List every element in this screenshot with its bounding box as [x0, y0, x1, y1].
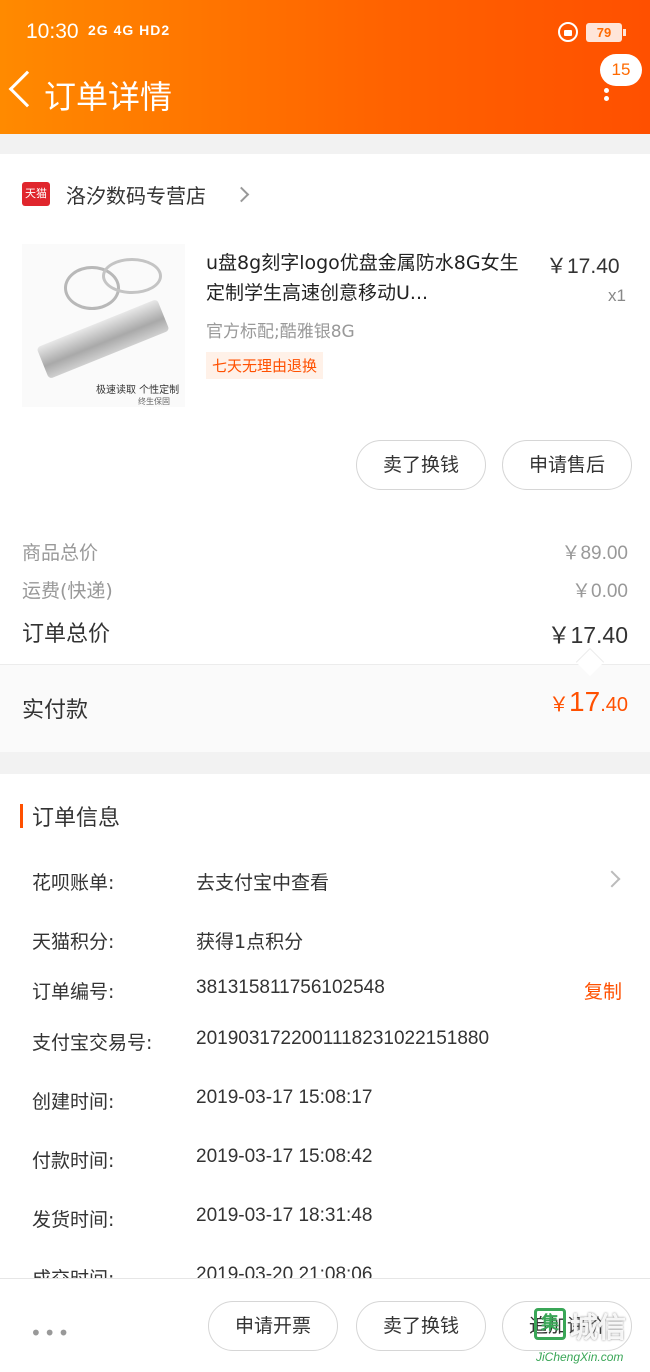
order-total-label: 订单总价 [22, 622, 111, 647]
goods-total-value: ￥89.00 [561, 543, 628, 564]
shipping-label: 运费(快递) [22, 580, 113, 602]
currency-symbol: ￥ [549, 694, 570, 716]
shipped-time-label: 发货时间: [32, 1209, 115, 1231]
huabei-label: 花呗账单: [32, 872, 115, 894]
watermark-text: 城信 [570, 1311, 627, 1344]
paid-amount: ￥17.40 [549, 686, 628, 718]
order-number-value: 381315811756102548 [196, 977, 385, 998]
product-sku: 官方标配;酷雅银8G [206, 322, 355, 342]
product-image[interactable]: 极速读取 个性定制 终生保固 [22, 244, 185, 407]
watermark-logo: 集 [534, 1308, 566, 1340]
return-policy-tag: 七天无理由退换 [206, 352, 324, 379]
battery-icon: 79 [586, 23, 626, 42]
goods-total-label: 商品总价 [22, 542, 99, 564]
usb-drive-shape [36, 298, 170, 380]
store-name[interactable]: 洛汐数码专营店 [66, 180, 206, 209]
shipped-time-value: 2019-03-17 18:31:48 [196, 1205, 373, 1226]
header-bar: 10:30 2G 4G HD2 79 订单详情 15 [0, 0, 650, 134]
chevron-right-icon[interactable] [603, 870, 621, 888]
watermark-url: JiChengXin.com [536, 1350, 624, 1364]
paid-integer: 17 [569, 686, 601, 717]
order-total-value: ￥17.40 [547, 622, 628, 648]
product-quantity: x1 [608, 286, 626, 305]
shipping-value: ￥0.00 [572, 581, 628, 602]
image-caption: 终生保固 [138, 397, 170, 406]
order-number-label: 订单编号: [32, 981, 115, 1003]
price-summary: 商品总价 ￥89.00 运费(快递) ￥0.00 订单总价 ￥17.40 实付款… [0, 512, 650, 752]
product-title[interactable]: u盘8g刻字logo优盘金属防水8G女生定制学生高速创意移动U... [206, 248, 536, 308]
more-menu-icon[interactable] [600, 86, 612, 110]
order-info-card: 订单信息 花呗账单: 去支付宝中查看 天猫积分: 获得1点积分 订单编号: 38… [0, 774, 650, 1294]
section-accent-bar [20, 804, 23, 828]
paid-label: 实付款 [22, 698, 89, 723]
sell-button[interactable]: 卖了换钱 [356, 1301, 486, 1351]
keyring-shape [102, 258, 162, 294]
product-price: ￥17.40 [546, 255, 620, 278]
alipay-trade-value: 2019031722001118231022151880 [196, 1028, 490, 1049]
sell-button[interactable]: 卖了换钱 [356, 440, 486, 490]
page-title: 订单详情 [44, 78, 173, 116]
product-card: 天猫 洛汐数码专营店 极速读取 个性定制 终生保固 u盘8g刻字logo优盘金属… [0, 154, 650, 512]
signal-icon: 2G 4G HD2 [88, 22, 171, 38]
paid-decimal: .40 [600, 694, 628, 716]
huabei-value[interactable]: 去支付宝中查看 [196, 868, 329, 895]
copy-button[interactable]: 复制 [584, 977, 622, 1004]
message-count-badge[interactable]: 15 [600, 54, 642, 86]
invoice-button[interactable]: 申请开票 [208, 1301, 338, 1351]
more-dots-icon[interactable]: ••• [30, 1321, 71, 1345]
image-caption: 极速读取 个性定制 [96, 385, 180, 396]
status-time: 10:30 [26, 20, 79, 43]
created-time-label: 创建时间: [32, 1091, 115, 1113]
lock-icon [558, 22, 578, 42]
tmall-logo: 天猫 [22, 182, 50, 206]
points-value: 获得1点积分 [196, 931, 304, 953]
section-title: 订单信息 [32, 806, 121, 831]
alipay-trade-label: 支付宝交易号: [32, 1032, 153, 1054]
paid-time-label: 付款时间: [32, 1150, 115, 1172]
chevron-right-icon[interactable] [233, 186, 250, 203]
created-time-value: 2019-03-17 15:08:17 [196, 1087, 373, 1108]
points-label: 天猫积分: [32, 931, 115, 953]
paid-time-value: 2019-03-17 15:08:42 [196, 1146, 373, 1167]
aftersale-button[interactable]: 申请售后 [502, 440, 632, 490]
watermark: 集 城信 JiChengXin.com [534, 1300, 648, 1372]
